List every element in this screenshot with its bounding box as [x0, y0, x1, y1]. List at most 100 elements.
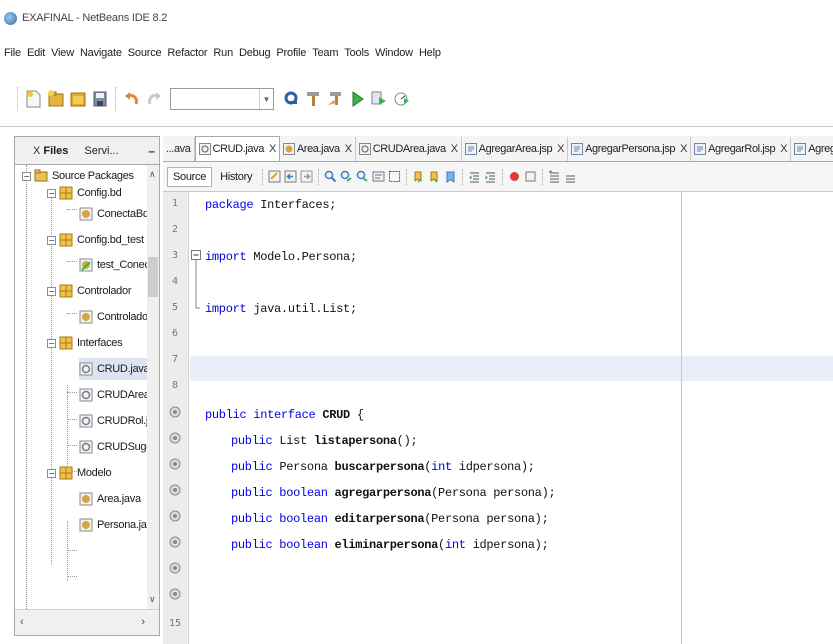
- tree-node-crud-java[interactable]: CRUD.java: [79, 358, 156, 380]
- collapse-icon[interactable]: −: [22, 171, 31, 181]
- profile-button[interactable]: [391, 88, 410, 110]
- menu-navigate[interactable]: Navigate: [78, 47, 126, 59]
- scroll-left-icon[interactable]: ‹: [20, 616, 24, 628]
- hammer-icon: [306, 92, 319, 106]
- scrollbar-thumb[interactable]: [148, 257, 158, 297]
- source-view-button[interactable]: Source: [167, 166, 213, 187]
- collapse-icon[interactable]: −: [47, 338, 56, 348]
- toggle-bookmark-button[interactable]: [444, 170, 457, 183]
- tree-node-persona-java[interactable]: Persona.java: [79, 514, 158, 536]
- undo-button[interactable]: [122, 88, 141, 110]
- tree-node-area-java[interactable]: Area.java: [79, 488, 141, 510]
- tab-services[interactable]: Servi...: [84, 145, 118, 157]
- open-project-button[interactable]: [68, 88, 87, 110]
- minimize-panel-button[interactable]: –: [148, 144, 155, 158]
- close-panel-button[interactable]: X: [33, 145, 40, 157]
- close-tab-icon[interactable]: X: [345, 143, 352, 155]
- tab-overflow[interactable]: ...ava: [163, 137, 195, 161]
- clean-build-button[interactable]: [281, 88, 300, 110]
- menu-edit[interactable]: Edit: [25, 47, 49, 59]
- menu-profile[interactable]: Profile: [274, 47, 310, 59]
- tab-agregarpersona-jsp[interactable]: AgregarPersona.jsp X: [568, 137, 692, 161]
- tree-node-interfaces[interactable]: − Interfaces: [47, 332, 123, 354]
- next-bookmark-button[interactable]: [428, 170, 441, 183]
- start-macro-recording-button[interactable]: [508, 170, 521, 183]
- menu-refactor[interactable]: Refactor: [165, 47, 211, 59]
- tree-node-controlador[interactable]: − Controlador: [47, 280, 131, 302]
- clean-and-build-button[interactable]: [325, 88, 344, 110]
- debug-button[interactable]: [369, 88, 388, 110]
- implemented-method-marker-icon[interactable]: [169, 406, 181, 418]
- menu-tools[interactable]: Tools: [342, 47, 373, 59]
- tab-label: AgregarSugerencia.jsp: [808, 143, 833, 155]
- new-file-button[interactable]: [24, 88, 43, 110]
- tab-label: AgregarPersona.jsp: [585, 143, 676, 155]
- run-button[interactable]: [347, 88, 366, 110]
- keyword: public boolean: [231, 486, 328, 500]
- keyword: public interface: [205, 408, 316, 422]
- tab-agregarrol-jsp[interactable]: AgregarRol.jsp X: [691, 137, 792, 161]
- implemented-method-marker-icon[interactable]: [169, 562, 181, 574]
- shift-right-button[interactable]: [484, 170, 497, 183]
- menu-run[interactable]: Run: [211, 47, 237, 59]
- menu-window[interactable]: Window: [373, 47, 417, 59]
- tree-node-modelo[interactable]: − Modelo: [47, 462, 112, 484]
- previous-bookmark-button[interactable]: [412, 170, 425, 183]
- implemented-method-marker-icon[interactable]: [169, 510, 181, 522]
- implemented-method-marker-icon[interactable]: [169, 458, 181, 470]
- chevron-down-icon[interactable]: ▼: [259, 89, 273, 109]
- tab-agregarsugerencia-jsp[interactable]: AgregarSugerencia.jsp X: [791, 137, 833, 161]
- build-button[interactable]: [303, 88, 322, 110]
- implemented-method-marker-icon[interactable]: [169, 588, 181, 600]
- menu-view[interactable]: View: [49, 47, 78, 59]
- close-tab-icon[interactable]: X: [269, 143, 276, 155]
- tree-horizontal-scrollbar[interactable]: ‹ ›: [15, 609, 159, 635]
- find-selection-button[interactable]: [324, 170, 337, 183]
- toggle-highlight-button[interactable]: [372, 170, 385, 183]
- menu-source[interactable]: Source: [126, 47, 166, 59]
- scroll-right-icon[interactable]: ›: [141, 616, 145, 628]
- toggle-rectangular-selection-button[interactable]: [388, 170, 401, 183]
- close-tab-icon[interactable]: X: [557, 143, 564, 155]
- implemented-method-marker-icon[interactable]: [169, 484, 181, 496]
- tab-files[interactable]: Files: [43, 145, 68, 157]
- history-view-button[interactable]: History: [215, 168, 257, 186]
- close-tab-icon[interactable]: X: [780, 143, 787, 155]
- collapse-icon[interactable]: −: [47, 188, 56, 198]
- stop-macro-recording-button[interactable]: [524, 170, 537, 183]
- implemented-method-marker-icon[interactable]: [169, 432, 181, 444]
- tab-crudarea-java[interactable]: CRUDArea.java X: [356, 137, 462, 161]
- scroll-up-icon[interactable]: ∧: [149, 169, 156, 180]
- close-tab-icon[interactable]: X: [451, 143, 458, 155]
- comment-button[interactable]: [548, 170, 561, 183]
- code-area[interactable]: 1 2 3 4 5 6 7 8 15 package Interfaces; i…: [163, 192, 833, 644]
- implemented-method-marker-icon[interactable]: [169, 536, 181, 548]
- last-edit-button[interactable]: [268, 170, 281, 183]
- new-project-button[interactable]: [46, 88, 65, 110]
- uncomment-button[interactable]: [564, 170, 577, 183]
- tab-crud-java[interactable]: CRUD.java X: [194, 136, 280, 161]
- scroll-down-icon[interactable]: ∨: [149, 594, 156, 605]
- menu-help[interactable]: Help: [417, 47, 445, 59]
- tab-area-java[interactable]: Area.java X: [280, 137, 356, 161]
- tree-vertical-scrollbar[interactable]: ∧ ∨: [147, 165, 159, 609]
- back-button[interactable]: [284, 170, 297, 183]
- collapse-icon[interactable]: −: [47, 468, 56, 478]
- java-class-icon: [79, 207, 93, 221]
- collapse-icon[interactable]: −: [47, 286, 56, 296]
- tree-node-config-bd[interactable]: − Config.bd: [47, 182, 122, 204]
- tree-node-config-bd-test[interactable]: − Config.bd_test: [47, 229, 144, 251]
- menu-file[interactable]: File: [2, 47, 25, 59]
- configuration-combobox[interactable]: ▼: [170, 88, 274, 110]
- find-previous-button[interactable]: [340, 170, 353, 183]
- save-all-button[interactable]: [90, 88, 109, 110]
- redo-button[interactable]: [144, 88, 163, 110]
- shift-left-button[interactable]: [468, 170, 481, 183]
- tab-agregararea-jsp[interactable]: AgregarArea.jsp X: [462, 137, 569, 161]
- menu-debug[interactable]: Debug: [237, 47, 274, 59]
- forward-button[interactable]: [300, 170, 313, 183]
- collapse-icon[interactable]: −: [47, 235, 56, 245]
- find-next-button[interactable]: [356, 170, 369, 183]
- close-tab-icon[interactable]: X: [680, 143, 687, 155]
- menu-team[interactable]: Team: [310, 47, 342, 59]
